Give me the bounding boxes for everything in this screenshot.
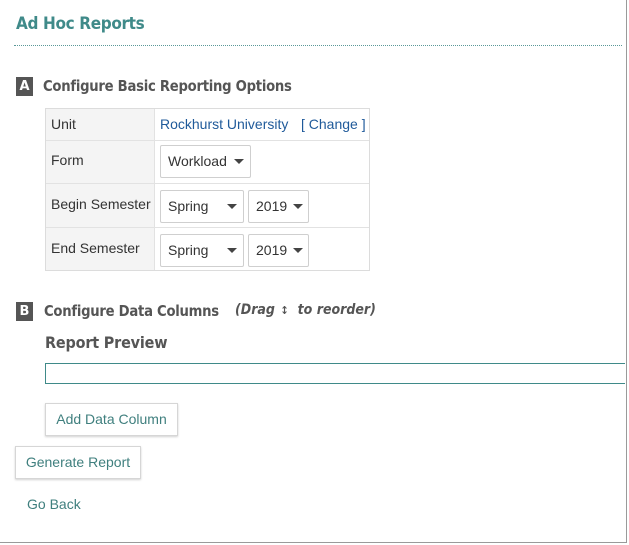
form-label-cell: Form: [46, 141, 155, 183]
chevron-down-icon: [234, 159, 244, 164]
chevron-down-icon: [227, 204, 237, 209]
end-term-select[interactable]: Spring: [160, 234, 244, 267]
chevron-down-icon: [227, 248, 237, 253]
unit-label: Unit: [51, 116, 76, 132]
drag-hint-suffix: to reorder): [297, 302, 376, 318]
title-divider: [14, 45, 622, 46]
chevron-down-icon: [293, 204, 303, 209]
change-unit-link[interactable]: [ Change ]: [301, 116, 366, 132]
generate-report-button[interactable]: Generate Report: [15, 446, 141, 479]
section-b-heading: Configure Data Columns: [44, 302, 219, 320]
begin-semester-label-cell: Begin Semester: [46, 184, 155, 227]
begin-term-select[interactable]: Spring: [160, 190, 244, 223]
begin-semester-label: Begin Semester: [51, 196, 151, 212]
drag-hint: (Drag ↕ to reorder): [235, 302, 376, 318]
go-back-link[interactable]: Go Back: [27, 496, 81, 512]
drag-hint-prefix: (Drag: [235, 302, 275, 318]
begin-semester-row: Begin Semester Spring 2019: [46, 183, 369, 227]
chevron-down-icon: [293, 248, 303, 253]
unit-value-link[interactable]: Rockhurst University: [160, 116, 288, 132]
end-year-select[interactable]: 2019: [248, 234, 309, 267]
end-year-value: 2019: [256, 242, 288, 258]
up-down-arrow-icon: ↕: [280, 304, 289, 317]
page-title: Ad Hoc Reports: [16, 14, 145, 34]
form-select[interactable]: Workload: [160, 145, 251, 178]
form-label: Form: [51, 152, 84, 168]
reporting-options-table: Unit Rockhurst University [ Change ] For…: [45, 108, 370, 271]
report-preview-area[interactable]: [45, 363, 625, 384]
section-a-badge: A: [16, 77, 33, 96]
add-data-column-button[interactable]: Add Data Column: [45, 403, 178, 436]
end-semester-row: End Semester Spring 2019: [46, 227, 369, 270]
section-b-badge: B: [16, 302, 33, 321]
form-select-value: Workload: [168, 153, 227, 169]
begin-term-value: Spring: [168, 198, 209, 214]
begin-year-select[interactable]: 2019: [248, 190, 309, 223]
begin-year-value: 2019: [256, 198, 288, 214]
end-semester-label: End Semester: [51, 240, 140, 256]
unit-row: Unit Rockhurst University [ Change ]: [46, 109, 369, 140]
end-term-value: Spring: [168, 242, 209, 258]
end-semester-label-cell: End Semester: [46, 228, 155, 270]
unit-label-cell: Unit: [46, 109, 155, 140]
form-row: Form Workload: [46, 140, 369, 183]
section-a-heading: Configure Basic Reporting Options: [43, 77, 292, 95]
report-preview-title: Report Preview: [45, 333, 168, 352]
